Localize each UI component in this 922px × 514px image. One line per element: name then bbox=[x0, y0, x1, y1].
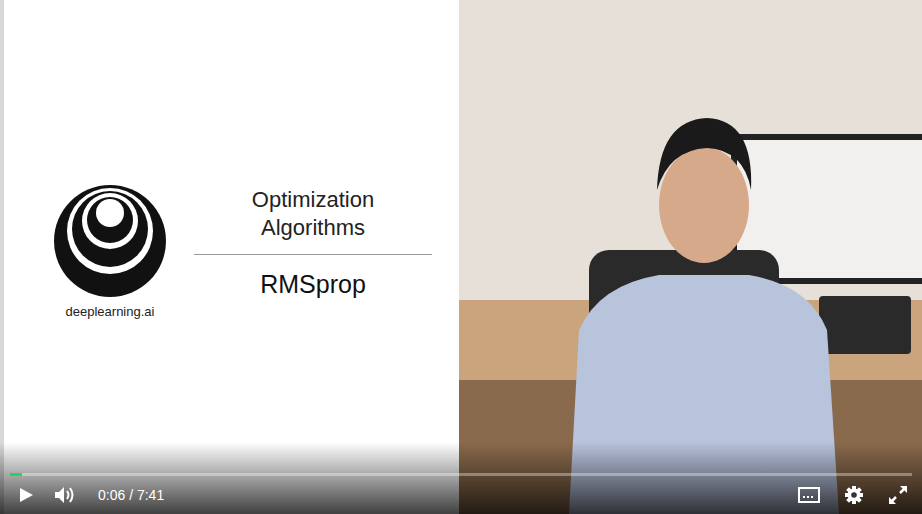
progress-bar[interactable] bbox=[10, 473, 912, 476]
video-player[interactable]: deeplearning.ai OptimizationAlgorithms R… bbox=[0, 0, 922, 514]
slide: deeplearning.ai OptimizationAlgorithms R… bbox=[0, 0, 459, 514]
logo-caption: deeplearning.ai bbox=[66, 304, 155, 319]
fullscreen-button[interactable] bbox=[884, 481, 912, 509]
video-area[interactable]: deeplearning.ai OptimizationAlgorithms R… bbox=[0, 0, 922, 514]
control-bar: 0:06 / 7:41 bbox=[0, 442, 922, 514]
fullscreen-icon bbox=[888, 485, 908, 505]
logo: deeplearning.ai bbox=[48, 166, 172, 319]
captions-icon bbox=[798, 487, 820, 503]
presenter-photo-icon bbox=[459, 0, 922, 514]
slide-title-line: Optimization bbox=[252, 186, 374, 214]
slide-subtitle: RMSprop bbox=[260, 269, 366, 299]
settings-button[interactable] bbox=[840, 481, 868, 509]
volume-button[interactable] bbox=[50, 482, 80, 508]
video-frame bbox=[459, 0, 922, 514]
play-button[interactable] bbox=[14, 483, 38, 507]
captions-button[interactable] bbox=[794, 483, 824, 507]
title-divider bbox=[194, 254, 432, 255]
time-display: 0:06 / 7:41 bbox=[98, 487, 164, 503]
slide-title-block: OptimizationAlgorithms RMSprop bbox=[194, 186, 432, 299]
volume-icon bbox=[54, 486, 76, 504]
progress-fill bbox=[10, 473, 22, 476]
slide-title-line: Algorithms bbox=[261, 214, 365, 242]
gear-icon bbox=[844, 485, 864, 505]
deeplearning-logo-icon bbox=[53, 184, 167, 298]
play-icon bbox=[18, 487, 34, 503]
